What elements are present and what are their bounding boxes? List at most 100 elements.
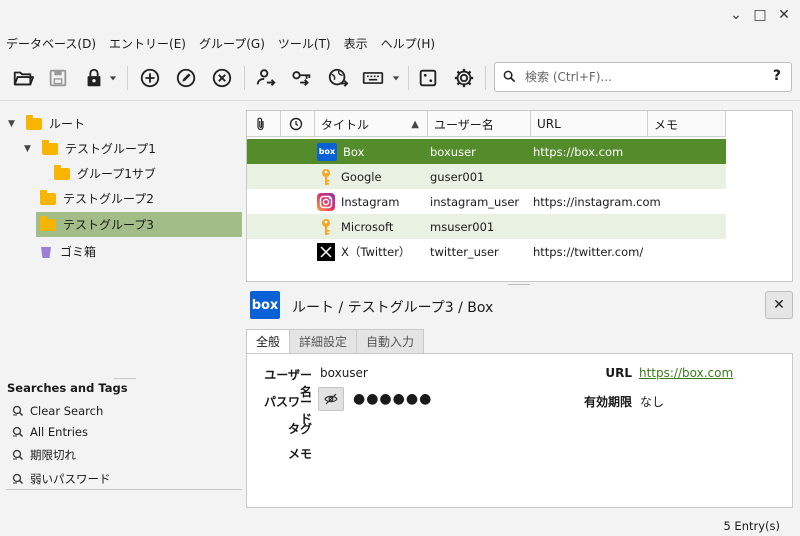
copy-username-icon[interactable] [254,66,278,90]
search-help-button[interactable]: ? [773,68,781,84]
tags-label: タグ [287,422,312,436]
add-entry-icon[interactable] [138,66,162,90]
tab-autotype[interactable]: 自動入力 [356,329,425,353]
box-logo-icon: box [317,142,337,161]
table-row[interactable]: box Box boxuser https://box.com [247,139,726,164]
lock-icon[interactable] [82,66,106,90]
autotype-dropdown-chevron-icon[interactable] [391,66,401,90]
saved-search-icon [12,473,24,485]
tree-node-group-1-sub[interactable]: グループ1サブ [54,161,242,186]
key-icon [317,218,335,236]
table-row[interactable]: X（Twitter） twitter_user https://twitter.… [247,239,726,264]
menu-entry[interactable]: エントリー(E) [109,35,186,52]
tab-general[interactable]: 全般 [246,329,291,353]
menu-tools[interactable]: ツール(T) [278,35,331,52]
expand-arrow-icon[interactable]: ▼ [24,144,36,154]
entry-title-cell: box Box [317,139,428,164]
search-item-expired[interactable]: 期限切れ [12,444,76,466]
saved-search-icon [12,426,24,438]
table-row[interactable]: Google guser001 [247,164,726,189]
entry-title: Google [341,169,382,184]
toolbar-divider [0,100,800,101]
table-header: タイトル ▲ ユーザー名 URL メモ [247,111,726,137]
sort-ascending-icon: ▲ [411,118,419,130]
entry-username: guser001 [430,169,485,184]
entry-title-cell: Google [317,164,428,189]
toggle-password-visibility-button[interactable] [318,387,344,411]
tree-node-test-group-3[interactable]: テストグループ3 [36,212,242,237]
entry-title-cell: Instagram [317,189,428,214]
search-item-clear[interactable]: Clear Search [12,400,103,422]
minimize-button[interactable]: ⌄ [726,5,746,25]
password-generator-icon[interactable] [416,66,440,90]
tree-node-test-group-2[interactable]: テストグループ2 [38,186,242,211]
details-panel: ユーザー名 boxuser パスワード ●●●●●● タグ メモ URL htt… [246,353,793,508]
search-input[interactable] [525,68,755,86]
table-details-splitter[interactable] [508,284,530,285]
folder-icon [26,114,42,130]
column-notes[interactable]: メモ [648,111,726,137]
menu-view[interactable]: 表示 [344,35,368,52]
copy-url-icon[interactable] [326,66,350,90]
x-logo-icon [317,242,335,261]
expiry-value: なし [640,395,665,409]
tree-node-test-group-1[interactable]: ▼ テストグループ1 [24,136,242,161]
autotype-icon[interactable] [360,66,386,90]
table-row[interactable]: Instagram instagram_user https://instagr… [247,189,726,214]
username-value[interactable]: boxuser [320,366,368,380]
instagram-logo-icon [317,192,335,211]
tab-advanced[interactable]: 詳細設定 [289,329,358,353]
url-link[interactable]: https://box.com [639,366,733,380]
left-pane-splitter[interactable] [114,378,136,379]
column-username-label: ユーザー名 [434,117,494,132]
entry-username: boxuser [430,144,476,159]
folder-icon [54,164,70,180]
saved-search-icon [12,449,24,461]
copy-password-icon[interactable] [290,66,314,90]
menu-group[interactable]: グループ(G) [199,35,265,52]
close-details-button[interactable]: ✕ [765,291,793,319]
tree-node-label: ルート [49,117,86,131]
tree-node-label: テストグループ2 [63,192,154,206]
left-pane-divider [6,489,242,490]
lock-dropdown-chevron-icon[interactable] [108,66,118,90]
clock-icon [289,117,303,131]
tree-node-label: テストグループ3 [63,218,154,232]
maximize-button[interactable]: □ [750,5,770,25]
entry-username: twitter_user [430,244,499,259]
search-box[interactable]: ? [494,62,792,92]
expand-arrow-icon[interactable]: ▼ [8,119,20,129]
entry-title: Microsoft [341,219,394,234]
table-row[interactable]: Microsoft msuser001 [247,214,726,239]
open-folder-icon[interactable] [11,66,35,90]
title-bar: ⌄ □ ✕ [0,0,800,30]
column-username[interactable]: ユーザー名 [428,111,531,137]
delete-entry-icon[interactable] [210,66,234,90]
settings-icon[interactable] [452,66,476,90]
password-value[interactable]: ●●●●●● [353,391,432,407]
folder-icon [40,189,56,205]
details-tabs: 全般 詳細設定 自動入力 [246,329,425,353]
save-icon[interactable] [46,66,70,90]
tree-node-root[interactable]: ▼ ルート [8,111,242,136]
tree-node-recycle-bin[interactable]: ゴミ箱 [40,239,242,264]
search-item-label: 弱いパスワード [30,472,111,486]
toolbar-separator [408,66,409,90]
entry-username: msuser001 [430,219,495,234]
column-modified-time[interactable] [281,111,315,137]
column-attachment[interactable] [247,111,281,137]
column-notes-label: メモ [654,117,679,132]
menu-database[interactable]: データベース(D) [6,35,96,52]
search-item-weak-passwords[interactable]: 弱いパスワード [12,468,111,490]
menu-help[interactable]: ヘルプ(H) [381,35,435,52]
edit-entry-icon[interactable] [174,66,198,90]
close-window-button[interactable]: ✕ [774,5,794,25]
column-title[interactable]: タイトル ▲ [315,111,428,137]
saved-search-icon [12,405,24,417]
menu-bar: データベース(D) エントリー(E) グループ(G) ツール(T) 表示 ヘルプ… [0,32,448,54]
entry-url: https://box.com [533,144,624,159]
tree-node-label: テストグループ1 [65,142,156,156]
search-item-all-entries[interactable]: All Entries [12,421,88,443]
folder-icon [40,215,56,231]
column-url[interactable]: URL [531,111,648,137]
